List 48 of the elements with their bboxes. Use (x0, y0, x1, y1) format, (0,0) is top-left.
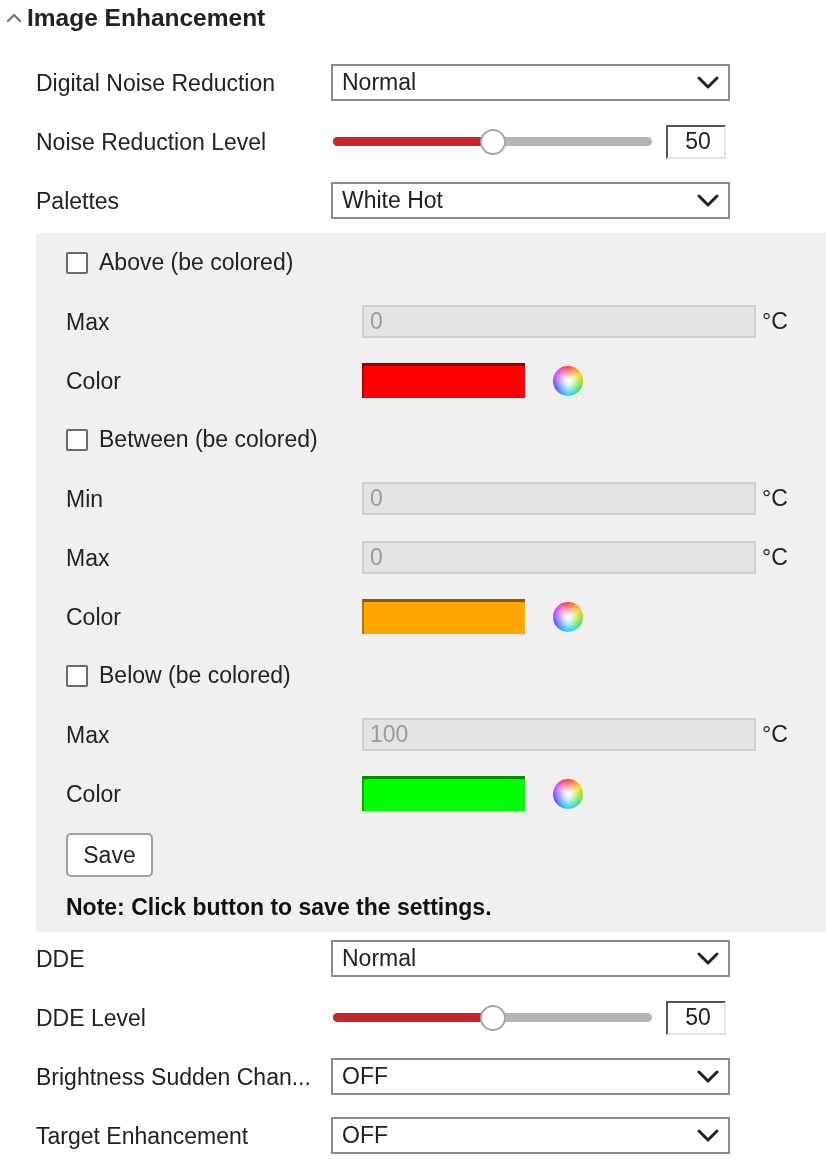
setting-label: Max (66, 307, 111, 336)
color-swatch[interactable] (362, 599, 525, 634)
unit-label: °C (762, 721, 788, 748)
setting-label: Color (66, 779, 122, 808)
chevron-up-icon[interactable] (7, 13, 21, 23)
color-swatch[interactable] (362, 776, 525, 811)
unit-label: °C (762, 485, 788, 512)
slider-thumb[interactable] (479, 128, 506, 155)
color-wheel-icon[interactable] (553, 365, 583, 396)
color-wheel-icon[interactable] (553, 778, 583, 809)
setting-label: Max (66, 543, 111, 572)
checkbox[interactable] (66, 664, 88, 687)
save-button[interactable]: Save (66, 833, 153, 877)
checkbox-label: Between (be colored) (99, 426, 318, 453)
setting-label: Palettes (36, 186, 121, 215)
unit-label: °C (762, 308, 788, 335)
chevron-down-icon[interactable] (697, 952, 719, 965)
dropdown[interactable]: White Hot (331, 182, 730, 219)
setting-label: Color (66, 366, 122, 395)
checkbox-label: Below (be colored) (99, 662, 291, 689)
checkbox[interactable] (66, 251, 88, 274)
setting-label: Color (66, 602, 122, 631)
setting-label: Target Enhancement (36, 1121, 250, 1150)
setting-label: DDE (36, 944, 86, 973)
setting-label: Brightness Sudden Chan... (36, 1062, 312, 1091)
checkbox-label: Above (be colored) (99, 249, 294, 276)
dropdown[interactable]: Normal (331, 940, 730, 977)
checkbox[interactable] (66, 428, 88, 451)
chevron-down-icon[interactable] (697, 1070, 719, 1083)
dropdown[interactable]: Normal (331, 64, 730, 101)
dropdown[interactable]: OFF (331, 1117, 730, 1154)
setting-label: Max (66, 720, 111, 749)
setting-label: Digital Noise Reduction (36, 68, 277, 97)
color-wheel-icon[interactable] (553, 601, 583, 632)
note-text: Note: Click button to save the settings. (66, 893, 493, 922)
unit-label: °C (762, 544, 788, 571)
setting-label: Noise Reduction Level (36, 127, 268, 156)
chevron-down-icon[interactable] (697, 194, 719, 207)
slider-thumb[interactable] (479, 1004, 506, 1031)
value-field[interactable]: 50 (666, 1000, 726, 1035)
setting-label: Min (66, 484, 105, 513)
value-field[interactable]: 50 (666, 124, 726, 159)
chevron-down-icon[interactable] (697, 76, 719, 89)
chevron-down-icon[interactable] (697, 1129, 719, 1142)
color-swatch[interactable] (362, 363, 525, 398)
setting-label: DDE Level (36, 1003, 147, 1032)
section-title: Image Enhancement (27, 3, 266, 33)
dropdown[interactable]: OFF (331, 1058, 730, 1095)
